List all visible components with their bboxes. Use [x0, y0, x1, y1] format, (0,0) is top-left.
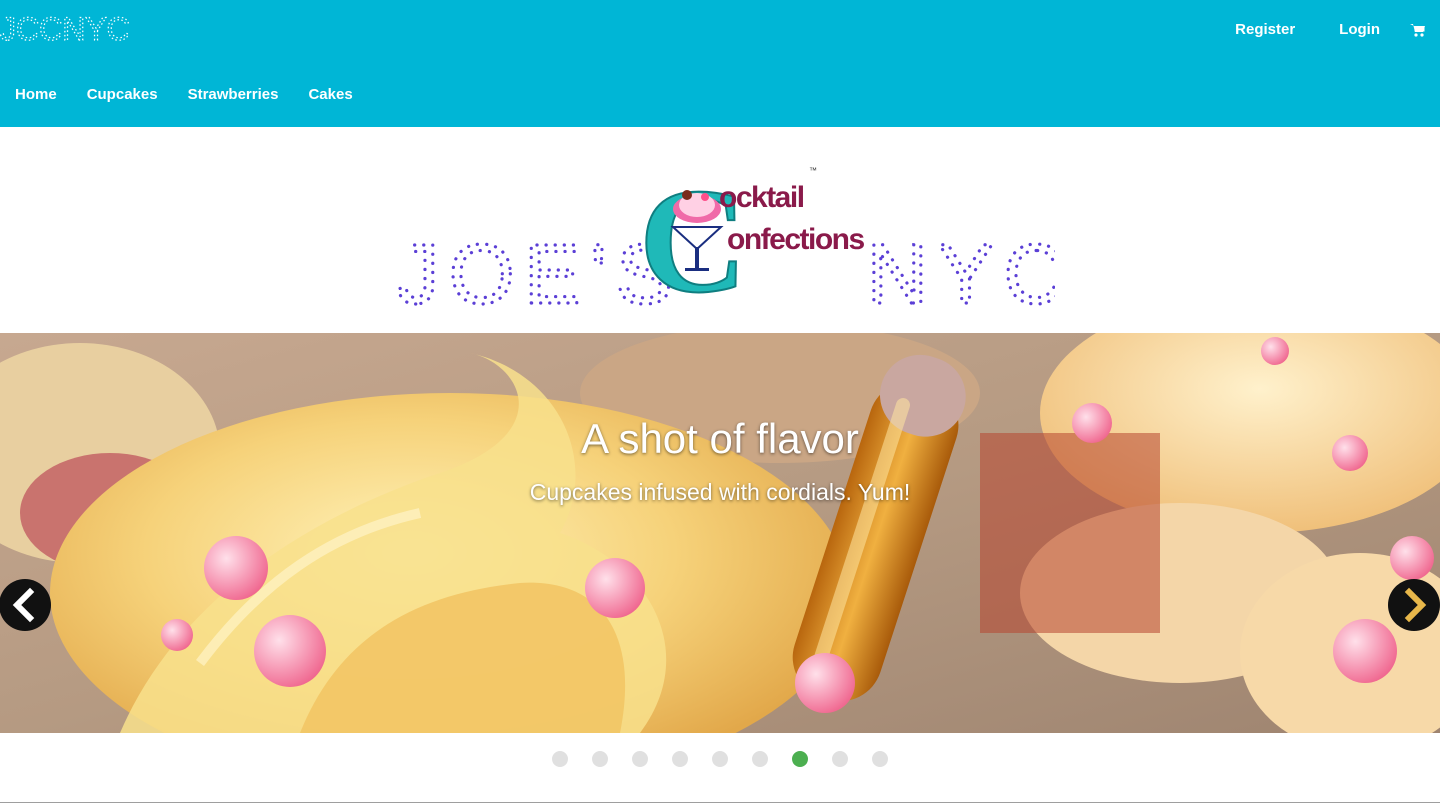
slide-image	[0, 333, 1440, 733]
cocktail-emblem: C ocktail onfections ™	[638, 157, 866, 317]
carousel-indicator-dot[interactable]	[872, 751, 888, 767]
trademark-mark: ™	[809, 166, 817, 175]
carousel-indicator-dot[interactable]	[792, 751, 808, 767]
hero-carousel: A shot of flavor Cupcakes infused with c…	[0, 333, 1440, 733]
chevron-left-icon	[12, 587, 35, 623]
brand-logo[interactable]: JCCNYC	[0, 12, 130, 48]
slide-subtitle: Cupcakes infused with cordials. Yum!	[529, 479, 911, 505]
shopping-cart-icon[interactable]	[1410, 22, 1426, 38]
carousel-indicator-dot[interactable]	[672, 751, 688, 767]
chevron-right-icon	[1404, 587, 1427, 623]
section-divider	[0, 802, 1440, 803]
carousel-indicator-dot[interactable]	[712, 751, 728, 767]
carousel-indicator-dot[interactable]	[632, 751, 648, 767]
login-link[interactable]: Login	[1339, 21, 1380, 38]
emblem-line2: onfections	[727, 223, 864, 256]
brand-text: JCCNYC	[0, 12, 130, 47]
joes-cocktail-confections-logo: JOE'S NYC C ocktail onfections ™	[395, 157, 1055, 317]
carousel-next-button[interactable]	[1388, 579, 1440, 631]
top-navbar: JCCNYC Register Login Home Cupcakes Stra…	[0, 0, 1440, 127]
site-logo-banner: JOE'S NYC C ocktail onfections ™	[0, 127, 1440, 333]
register-link[interactable]: Register	[1235, 21, 1295, 38]
carousel-indicators	[552, 751, 912, 767]
nav-item-home[interactable]: Home	[15, 86, 57, 103]
logo-right-text: NYC	[867, 227, 1055, 317]
nav-item-strawberries[interactable]: Strawberries	[188, 86, 279, 103]
nav-item-cupcakes[interactable]: Cupcakes	[87, 86, 158, 103]
nav-item-cakes[interactable]: Cakes	[308, 86, 352, 103]
emblem-line1: ocktail	[719, 181, 804, 214]
carousel-prev-button[interactable]	[0, 579, 51, 631]
carousel-indicator-dot[interactable]	[832, 751, 848, 767]
carousel-indicator-dot[interactable]	[592, 751, 608, 767]
main-nav: Home Cupcakes Strawberries Cakes	[15, 86, 383, 103]
account-links: Register Login	[1191, 21, 1426, 38]
carousel-indicator-dot[interactable]	[552, 751, 568, 767]
slide-title: A shot of flavor	[581, 415, 859, 462]
carousel-indicator-dot[interactable]	[752, 751, 768, 767]
